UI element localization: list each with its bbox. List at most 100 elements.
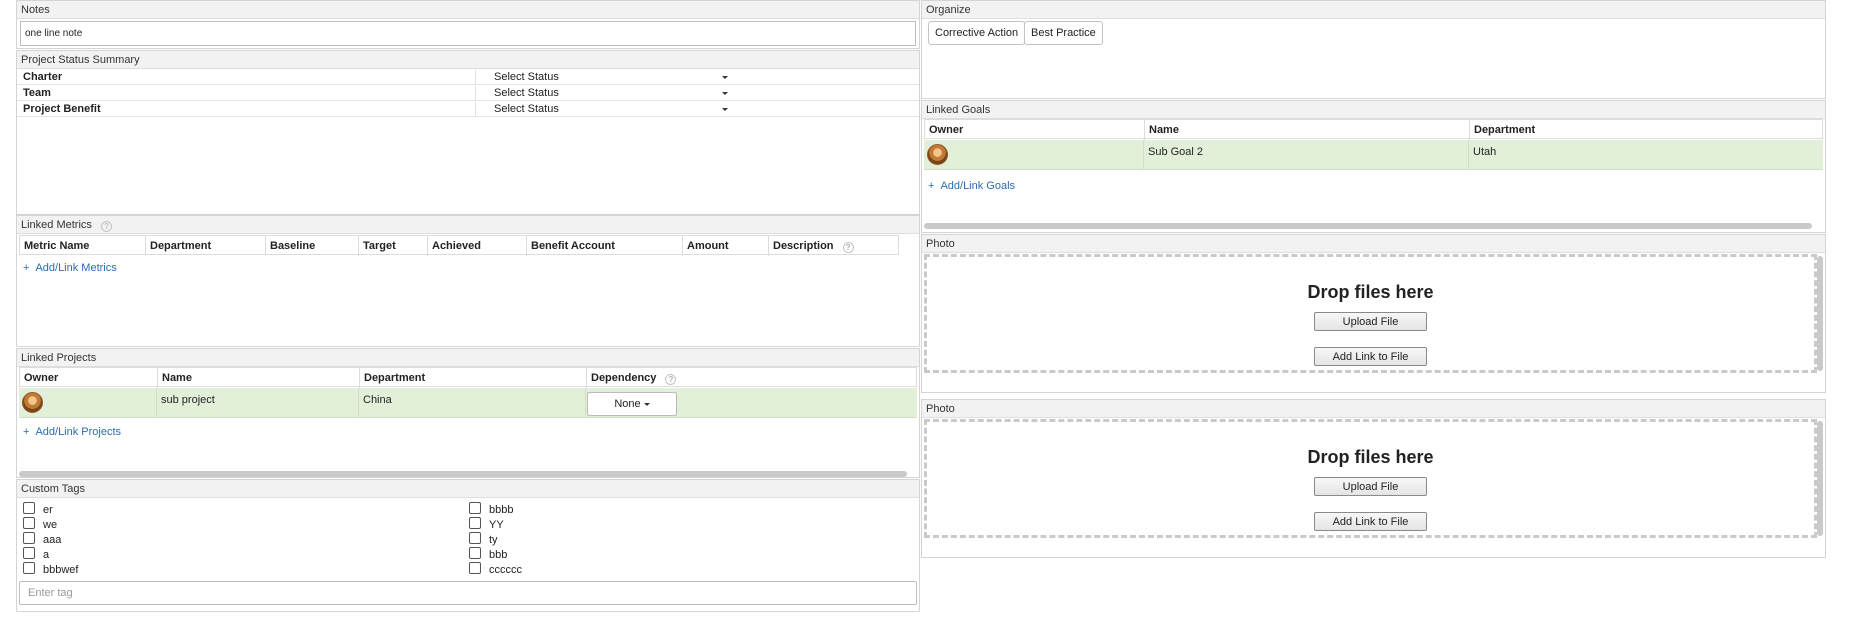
status-select-value: Select Status (494, 103, 559, 115)
status-select-value: Select Status (494, 71, 559, 83)
table-row[interactable]: sub project China None (19, 388, 917, 418)
tag-label: ty (489, 534, 498, 546)
status-label: Project Benefit (23, 103, 101, 115)
column-header-owner[interactable]: Owner (925, 120, 1145, 140)
status-row-project-benefit: Project Benefit Select Status (17, 101, 919, 117)
linked-projects-panel: Linked Projects Owner Name Department De… (16, 348, 920, 478)
add-link-goals-link[interactable]: + Add/Link Goals (928, 180, 1015, 192)
checkbox[interactable] (23, 502, 35, 514)
tag-label: bbbwef (43, 564, 79, 576)
table-row[interactable]: Sub Goal 2 Utah (924, 140, 1823, 170)
column-header-department[interactable]: Department (360, 368, 587, 388)
column-header-description[interactable]: Description ? (769, 236, 898, 256)
metrics-table-header: Metric Name Department Baseline Target A… (19, 235, 899, 256)
add-link-goals-label: Add/Link Goals (940, 180, 1016, 192)
charter-status-select[interactable]: Select Status (475, 70, 737, 84)
owner-cell (924, 140, 1144, 170)
add-link-to-file-button[interactable]: Add Link to File (1314, 347, 1427, 366)
tag-label: er (43, 504, 53, 516)
photo-panel: Photo Drop files here Upload File Add Li… (921, 234, 1826, 393)
linked-metrics-panel: Linked Metrics ? Metric Name Department … (16, 215, 920, 347)
corrective-action-button[interactable]: Corrective Action (928, 21, 1026, 45)
add-link-to-file-button[interactable]: Add Link to File (1314, 512, 1427, 531)
add-link-projects-link[interactable]: + Add/Link Projects (23, 426, 121, 438)
caret-down-icon (722, 108, 728, 111)
help-icon[interactable]: ? (665, 374, 677, 385)
caret-down-icon (722, 76, 728, 79)
column-header-name[interactable]: Name (158, 368, 360, 388)
goal-department-cell: Utah (1473, 146, 1497, 158)
checkbox[interactable] (23, 547, 35, 559)
column-header-benefit-account[interactable]: Benefit Account (527, 236, 683, 256)
tag-label: a (43, 549, 50, 561)
drop-files-heading: Drop files here (1307, 447, 1434, 467)
status-label: Team (23, 87, 51, 99)
upload-file-button[interactable]: Upload File (1314, 477, 1427, 496)
custom-tags-title: Custom Tags (17, 480, 919, 498)
column-header-metric-name[interactable]: Metric Name (20, 236, 146, 256)
column-header-department[interactable]: Department (146, 236, 266, 256)
notes-field[interactable]: one line note (20, 21, 916, 46)
project-department-cell: China (359, 388, 586, 418)
column-header-name[interactable]: Name (1145, 120, 1470, 140)
organize-panel: Organize Corrective Action Best Practice (921, 0, 1826, 99)
linked-metrics-title-text: Linked Metrics (21, 219, 92, 231)
organize-title: Organize (922, 1, 1825, 19)
tag-label: we (43, 519, 58, 531)
dependency-cell: None (586, 388, 919, 418)
checkbox[interactable] (469, 532, 481, 544)
vertical-scrollbar[interactable] (1817, 256, 1823, 371)
file-dropzone[interactable]: Drop files here Upload File Add Link to … (924, 254, 1817, 373)
horizontal-scrollbar[interactable] (19, 471, 907, 477)
tag-label: cccccc (489, 564, 522, 576)
projects-table-header: Owner Name Department Dependency ? (19, 367, 917, 388)
column-header-department[interactable]: Department (1470, 120, 1824, 140)
upload-file-button[interactable]: Upload File (1314, 312, 1427, 331)
photo-title: Photo (922, 235, 1825, 253)
help-icon[interactable]: ? (842, 242, 854, 253)
avatar[interactable] (22, 392, 43, 413)
checkbox[interactable] (23, 532, 35, 544)
caret-down-icon (643, 402, 650, 406)
column-header-achieved[interactable]: Achieved (428, 236, 527, 256)
project-name-cell[interactable]: sub project (157, 388, 359, 418)
help-icon[interactable]: ? (100, 221, 112, 232)
notes-panel: Notes one line note (16, 0, 920, 49)
column-header-amount[interactable]: Amount (683, 236, 769, 256)
add-link-metrics-link[interactable]: + Add/Link Metrics (23, 262, 117, 274)
checkbox[interactable] (469, 562, 481, 574)
best-practice-button[interactable]: Best Practice (1024, 21, 1103, 45)
team-status-select[interactable]: Select Status (475, 86, 737, 100)
notes-title: Notes (17, 1, 919, 19)
description-header-label: Description (773, 240, 834, 252)
plus-icon: + (23, 426, 30, 438)
column-header-dependency[interactable]: Dependency ? (587, 368, 887, 388)
column-header-baseline[interactable]: Baseline (266, 236, 359, 256)
photo-panel: Photo Drop files here Upload File Add Li… (921, 399, 1826, 558)
drop-files-heading: Drop files here (1307, 282, 1434, 302)
add-link-projects-label: Add/Link Projects (35, 426, 122, 438)
avatar[interactable] (927, 144, 948, 165)
linked-goals-panel: Linked Goals Owner Name Department Sub G… (921, 100, 1826, 233)
vertical-scrollbar[interactable] (1817, 421, 1823, 536)
linked-goals-title: Linked Goals (922, 101, 1825, 119)
owner-cell (19, 388, 157, 418)
status-summary-panel: Project Status Summary Charter Select St… (16, 50, 920, 215)
column-header-target[interactable]: Target (359, 236, 428, 256)
column-header-owner[interactable]: Owner (20, 368, 158, 388)
project-benefit-status-select[interactable]: Select Status (475, 102, 737, 116)
horizontal-scrollbar[interactable] (924, 223, 1812, 229)
tag-label: bbbb (489, 504, 514, 516)
goal-name-cell[interactable]: Sub Goal 2 (1144, 140, 1469, 170)
checkbox[interactable] (23, 562, 35, 574)
dependency-dropdown-button[interactable]: None (587, 392, 677, 416)
checkbox[interactable] (23, 517, 35, 529)
linked-metrics-title: Linked Metrics ? (17, 216, 919, 234)
checkbox[interactable] (469, 517, 481, 529)
checkbox[interactable] (469, 502, 481, 514)
checkbox[interactable] (469, 547, 481, 559)
file-dropzone[interactable]: Drop files here Upload File Add Link to … (924, 419, 1817, 538)
enter-tag-input[interactable] (19, 581, 917, 605)
status-row-team: Team Select Status (17, 85, 919, 101)
status-row-charter: Charter Select Status (17, 69, 919, 85)
